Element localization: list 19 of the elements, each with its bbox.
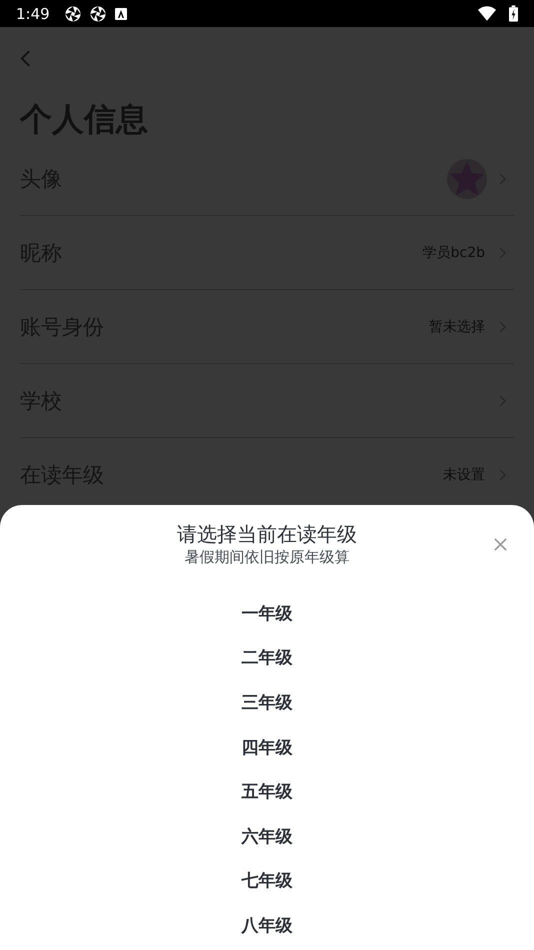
notification-icon bbox=[114, 8, 127, 20]
grade-option[interactable]: 三年级 bbox=[242, 690, 292, 714]
grade-option[interactable]: 五年级 bbox=[242, 780, 292, 804]
back-icon[interactable] bbox=[20, 49, 31, 68]
aperture-icon bbox=[90, 6, 106, 22]
close-icon[interactable] bbox=[494, 538, 507, 551]
aperture-icon bbox=[64, 6, 81, 22]
battery-icon bbox=[509, 5, 518, 22]
sheet-title: 请选择当前在读年级 bbox=[177, 521, 357, 547]
grade-option[interactable]: 七年级 bbox=[242, 869, 292, 892]
wifi-icon bbox=[478, 6, 496, 21]
sheet-subtitle: 暑假期间依旧按原年级算 bbox=[184, 547, 350, 567]
grade-option[interactable]: 四年级 bbox=[242, 736, 292, 759]
status-time: 1:49 bbox=[16, 4, 50, 22]
grade-option[interactable]: 一年级 bbox=[242, 602, 292, 625]
grade-option[interactable]: 八年级 bbox=[242, 914, 292, 937]
grade-option[interactable]: 六年级 bbox=[242, 824, 292, 848]
avatar-icon[interactable] bbox=[447, 158, 487, 198]
grade-option[interactable]: 二年级 bbox=[242, 646, 292, 670]
